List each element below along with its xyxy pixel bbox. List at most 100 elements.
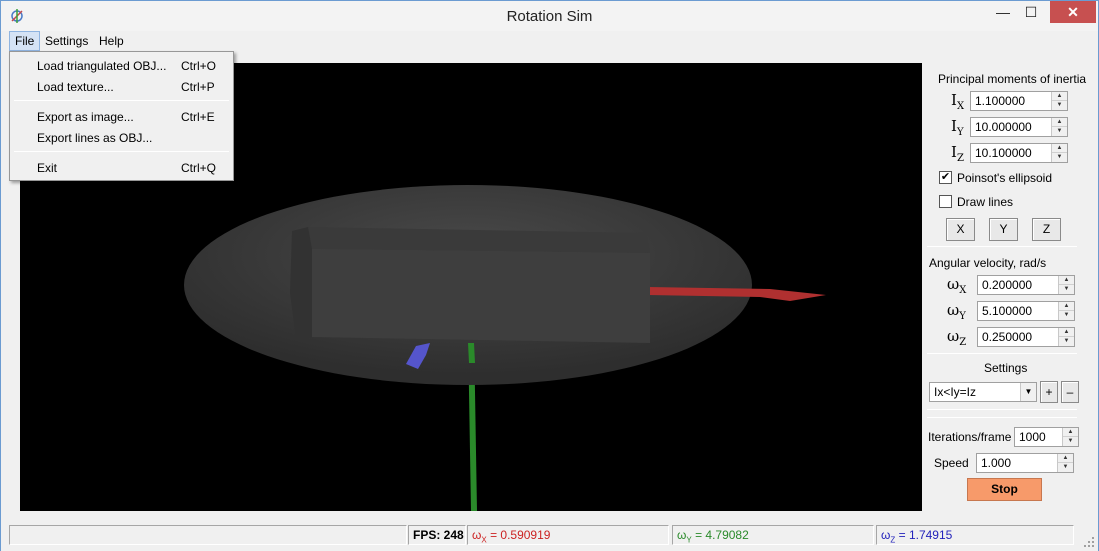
- iz-input[interactable]: 10.100000 ▲ ▼: [970, 143, 1068, 163]
- window-title: Rotation Sim: [506, 8, 593, 25]
- axis-z-button[interactable]: Z: [1032, 218, 1061, 241]
- wx-spinner[interactable]: ▲ ▼: [1058, 276, 1074, 294]
- spin-down-icon[interactable]: ▼: [1052, 101, 1067, 110]
- wy-readout: ωY = 4.79082: [672, 525, 874, 545]
- menu-load-obj[interactable]: Load triangulated OBJ... Ctrl+O: [10, 56, 233, 76]
- iz-symbol: IZ: [951, 143, 964, 164]
- menu-separator: [14, 151, 229, 152]
- iy-input[interactable]: 10.000000 ▲ ▼: [970, 117, 1068, 137]
- menu-exit[interactable]: Exit Ctrl+Q: [10, 158, 233, 178]
- inertia-title: Principal moments of inertia: [938, 72, 1087, 86]
- wy-symbol: ωY: [947, 301, 966, 322]
- y-axis-front: [468, 343, 475, 363]
- speed-spinner[interactable]: ▲ ▼: [1057, 454, 1073, 472]
- stop-button[interactable]: Stop: [967, 478, 1042, 501]
- panel-separator: [927, 409, 1077, 410]
- draw-lines-checkbox[interactable]: [939, 195, 952, 208]
- wz-symbol: ωZ: [947, 327, 967, 348]
- wy-spinner[interactable]: ▲ ▼: [1058, 302, 1074, 320]
- app-window: Rotation Sim — ☐ ✕ File Settings Help Lo…: [0, 0, 1099, 551]
- ix-spinner[interactable]: ▲ ▼: [1051, 92, 1067, 110]
- minimize-button[interactable]: —: [988, 1, 1018, 23]
- menu-load-texture[interactable]: Load texture... Ctrl+P: [10, 77, 233, 97]
- draw-lines-label: Draw lines: [957, 195, 1014, 209]
- speed-label: Speed: [934, 456, 969, 470]
- preset-select[interactable]: Ix<Iy=Iz ▼: [929, 382, 1037, 402]
- title-bar[interactable]: Rotation Sim — ☐ ✕: [1, 1, 1098, 31]
- file-menu-dropdown: Load triangulated OBJ... Ctrl+O Load tex…: [9, 51, 234, 181]
- spin-up-icon[interactable]: ▲: [1052, 92, 1067, 101]
- wz-spinner[interactable]: ▲ ▼: [1058, 328, 1074, 346]
- menu-exit-label: Exit: [37, 161, 58, 175]
- menu-help[interactable]: Help: [94, 31, 129, 51]
- wy-input[interactable]: 5.100000 ▲ ▼: [977, 301, 1075, 321]
- menu-export-image-label: Export as image...: [37, 110, 134, 124]
- wz-input[interactable]: 0.250000 ▲ ▼: [977, 327, 1075, 347]
- menu-export-image[interactable]: Export as image... Ctrl+E: [10, 107, 233, 127]
- iy-symbol: IY: [951, 117, 964, 138]
- settings-title: Settings: [984, 361, 1028, 375]
- add-preset-button[interactable]: +: [1040, 381, 1058, 403]
- iterations-spinner[interactable]: ▲ ▼: [1062, 428, 1078, 446]
- spin-up-icon[interactable]: ▲: [1052, 144, 1067, 153]
- wx-value: 0.200000: [982, 278, 1033, 292]
- iy-spinner[interactable]: ▲ ▼: [1051, 118, 1067, 136]
- speed-value: 1.000: [981, 456, 1012, 470]
- spin-down-icon[interactable]: ▼: [1052, 153, 1067, 162]
- chevron-down-icon[interactable]: ▼: [1020, 383, 1036, 401]
- spin-down-icon[interactable]: ▼: [1059, 337, 1074, 346]
- menu-file[interactable]: File: [9, 31, 41, 51]
- status-message: [9, 525, 407, 545]
- menu-separator: [14, 100, 229, 101]
- panel-separator: [927, 353, 1077, 354]
- poinsot-checkbox[interactable]: ✔: [939, 171, 952, 184]
- wz-value: 0.250000: [982, 330, 1033, 344]
- speed-input[interactable]: 1.000 ▲ ▼: [976, 453, 1074, 473]
- menu-bar: File Settings Help: [1, 31, 1098, 51]
- menu-load-obj-shortcut: Ctrl+O: [181, 59, 217, 73]
- axis-x-button[interactable]: X: [946, 218, 975, 241]
- remove-preset-button[interactable]: –: [1061, 381, 1079, 403]
- wx-input[interactable]: 0.200000 ▲ ▼: [977, 275, 1075, 295]
- rigid-body-front: [312, 249, 650, 343]
- iz-value: 10.100000: [975, 146, 1032, 160]
- spin-down-icon[interactable]: ▼: [1059, 285, 1074, 294]
- close-button[interactable]: ✕: [1050, 1, 1096, 23]
- ix-value: 1.100000: [975, 94, 1026, 108]
- panel-separator: [927, 417, 1077, 418]
- spin-up-icon[interactable]: ▲: [1059, 302, 1074, 311]
- menu-exit-shortcut: Ctrl+Q: [181, 161, 217, 175]
- menu-export-lines-label: Export lines as OBJ...: [37, 131, 153, 145]
- iz-spinner[interactable]: ▲ ▼: [1051, 144, 1067, 162]
- iterations-value: 1000: [1019, 430, 1046, 444]
- menu-export-lines[interactable]: Export lines as OBJ...: [10, 128, 233, 148]
- poinsot-label: Poinsot's ellipsoid: [957, 171, 1053, 185]
- spin-up-icon[interactable]: ▲: [1059, 328, 1074, 337]
- spin-up-icon[interactable]: ▲: [1063, 428, 1078, 437]
- wx-readout: ωX = 0.590919: [467, 525, 669, 545]
- spin-down-icon[interactable]: ▼: [1058, 463, 1073, 472]
- menu-load-texture-shortcut: Ctrl+P: [181, 80, 215, 94]
- maximize-button[interactable]: ☐: [1016, 1, 1046, 23]
- spin-up-icon[interactable]: ▲: [1052, 118, 1067, 127]
- spin-up-icon[interactable]: ▲: [1059, 276, 1074, 285]
- iterations-label: Iterations/frame: [928, 430, 1012, 444]
- axis-y-button[interactable]: Y: [989, 218, 1018, 241]
- spin-down-icon[interactable]: ▼: [1063, 437, 1078, 446]
- preset-value: Ix<Iy=Iz: [934, 385, 977, 399]
- iterations-input[interactable]: 1000 ▲ ▼: [1014, 427, 1079, 447]
- spin-down-icon[interactable]: ▼: [1052, 127, 1067, 136]
- resize-grip-icon[interactable]: [1082, 535, 1096, 549]
- menu-export-image-shortcut: Ctrl+E: [181, 110, 215, 124]
- wz-readout: ωZ = 1.74915: [876, 525, 1074, 545]
- ix-input[interactable]: 1.100000 ▲ ▼: [970, 91, 1068, 111]
- menu-settings[interactable]: Settings: [40, 31, 93, 51]
- spin-up-icon[interactable]: ▲: [1058, 454, 1073, 463]
- wy-value: 5.100000: [982, 304, 1033, 318]
- panel-separator: [927, 246, 1077, 247]
- angular-title: Angular velocity, rad/s: [929, 256, 1047, 270]
- spin-down-icon[interactable]: ▼: [1059, 311, 1074, 320]
- menu-load-obj-label: Load triangulated OBJ...: [37, 59, 167, 73]
- control-panel: Principal moments of inertia IX 1.100000…: [923, 63, 1088, 511]
- iy-value: 10.000000: [975, 120, 1032, 134]
